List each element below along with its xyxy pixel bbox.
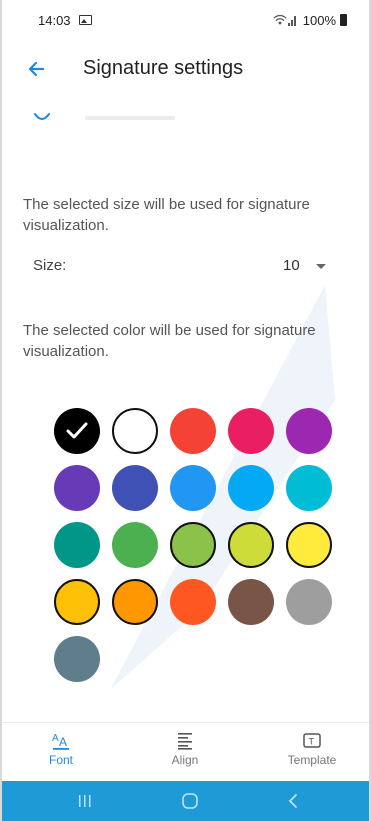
color-swatch-light-green[interactable] bbox=[170, 522, 216, 568]
svg-text:A: A bbox=[52, 733, 59, 744]
color-swatch-red[interactable] bbox=[170, 408, 216, 454]
font-icon: A A bbox=[52, 733, 69, 750]
color-swatch-white[interactable] bbox=[112, 408, 158, 454]
nav-label-template: Template bbox=[287, 753, 337, 767]
color-swatch-deep-orange[interactable] bbox=[170, 579, 216, 625]
color-swatch-pink[interactable] bbox=[228, 408, 274, 454]
checkmark-icon bbox=[66, 422, 88, 439]
home-icon[interactable] bbox=[180, 791, 200, 811]
color-swatch-amber[interactable] bbox=[54, 579, 100, 625]
nav-label-font: Font bbox=[48, 753, 73, 767]
color-swatch-brown[interactable] bbox=[228, 579, 274, 625]
gallery-notification-icon bbox=[78, 15, 92, 25]
color-swatch-indigo[interactable] bbox=[112, 465, 158, 511]
color-swatch-orange[interactable] bbox=[112, 579, 158, 625]
color-swatch-blue-grey[interactable] bbox=[54, 636, 100, 682]
page-title: Signature settings bbox=[83, 57, 244, 79]
scrolled-item-placeholder bbox=[85, 116, 175, 120]
color-swatch-black[interactable] bbox=[54, 408, 100, 454]
color-swatch-purple[interactable] bbox=[286, 408, 332, 454]
nav-item-font[interactable]: A A Font bbox=[16, 723, 106, 781]
bottom-navigation: A A Font Align T Template bbox=[2, 722, 369, 780]
system-navigation-bar bbox=[0, 781, 371, 821]
color-swatch-teal[interactable] bbox=[54, 522, 100, 568]
color-swatch-green[interactable] bbox=[112, 522, 158, 568]
nav-label-align: Align bbox=[171, 753, 199, 767]
wifi-signal-icon bbox=[273, 14, 296, 26]
size-dropdown-value[interactable]: 10 bbox=[283, 257, 300, 274]
align-icon bbox=[178, 733, 192, 750]
nav-item-align[interactable]: Align bbox=[140, 723, 230, 781]
color-swatch-cyan[interactable] bbox=[286, 465, 332, 511]
size-label: Size: bbox=[33, 257, 67, 274]
color-swatch-grey[interactable] bbox=[286, 579, 332, 625]
color-swatch-deep-purple[interactable] bbox=[54, 465, 100, 511]
size-description: The selected size will be used for signa… bbox=[23, 196, 310, 234]
status-bar: 14:03 100% bbox=[0, 0, 371, 40]
back-arrow-icon[interactable] bbox=[24, 54, 54, 84]
svg-text:A: A bbox=[59, 735, 67, 749]
color-swatch-light-blue[interactable] bbox=[228, 465, 274, 511]
battery-percent: 100% bbox=[302, 12, 336, 28]
back-nav-icon[interactable] bbox=[284, 791, 304, 811]
nav-item-template[interactable]: T Template bbox=[267, 723, 357, 781]
color-swatch-yellow[interactable] bbox=[286, 522, 332, 568]
dropdown-arrow-icon[interactable] bbox=[316, 264, 326, 269]
status-time: 14:03 bbox=[38, 12, 71, 28]
template-icon: T bbox=[303, 733, 321, 748]
battery-icon bbox=[340, 14, 347, 26]
svg-text:T: T bbox=[309, 737, 315, 747]
recent-apps-icon[interactable] bbox=[75, 791, 95, 811]
app-bar: Signature settings bbox=[0, 48, 371, 92]
color-swatch-lime[interactable] bbox=[228, 522, 274, 568]
radio-button-icon bbox=[34, 113, 50, 120]
color-description: The selected color will be used for sign… bbox=[23, 322, 316, 360]
color-swatch-blue[interactable] bbox=[170, 465, 216, 511]
